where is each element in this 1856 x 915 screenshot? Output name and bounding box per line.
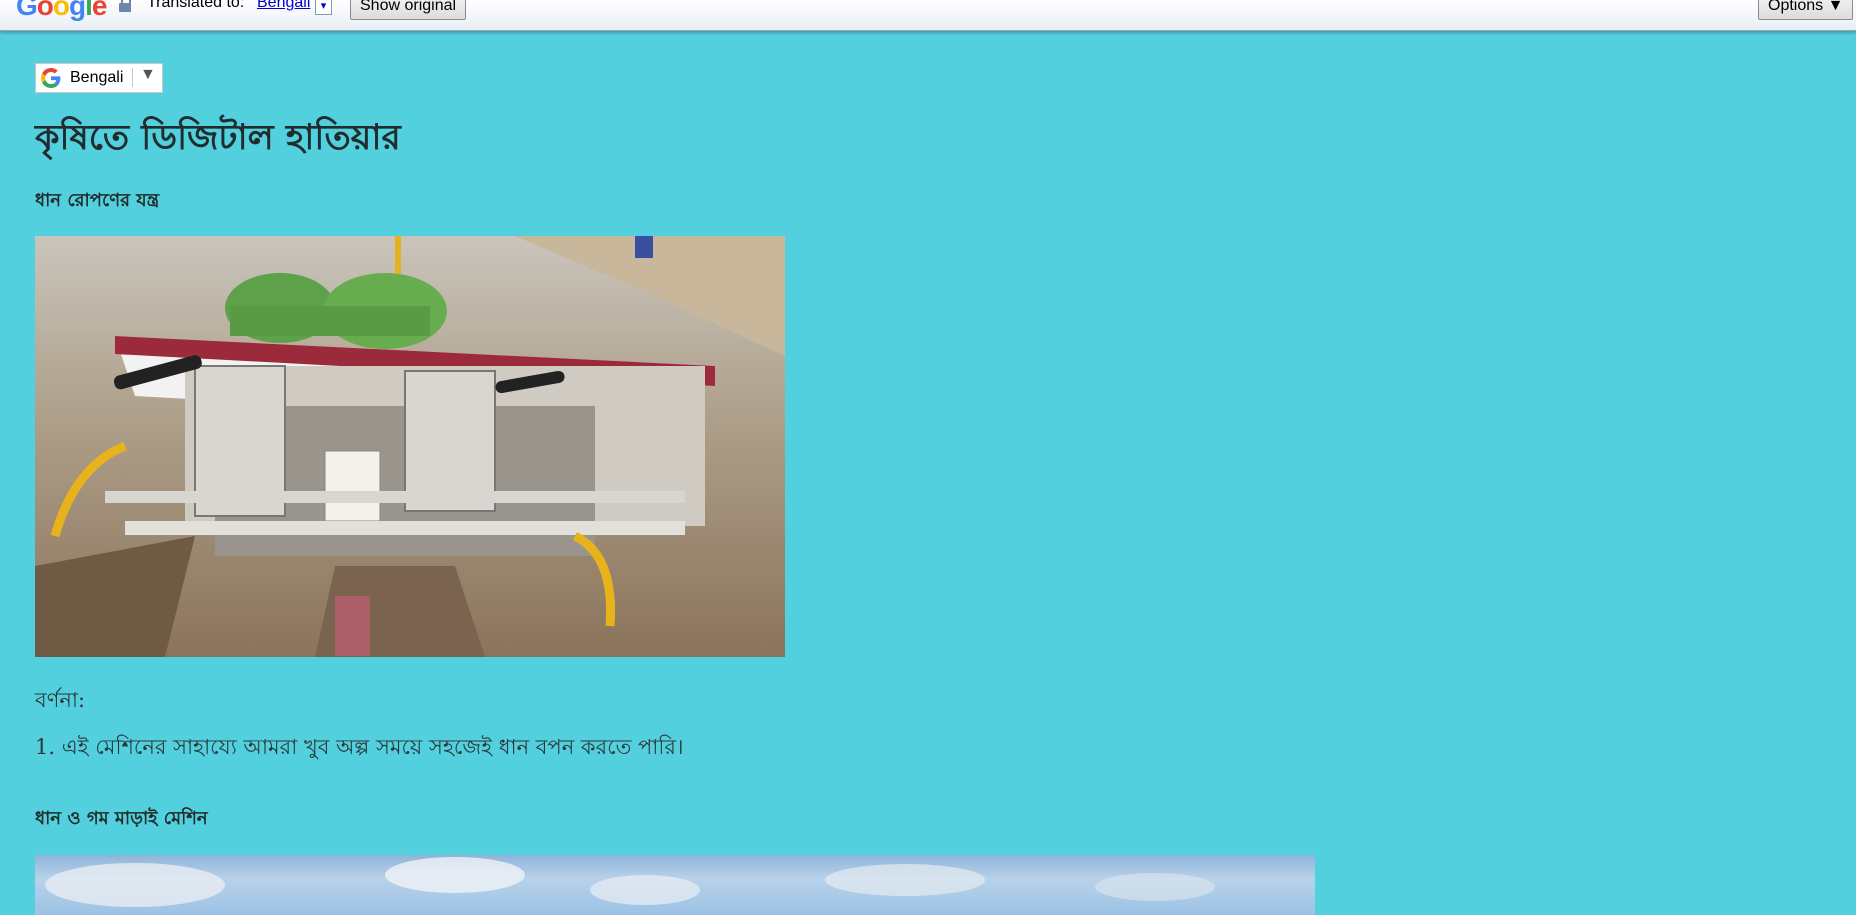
translated-to-label: Translated to: [147,0,245,11]
rice-transplanter-illustration [35,236,785,657]
divider [132,68,133,87]
google-g-icon [41,68,61,88]
selected-language: Bengali [70,69,124,86]
translate-bar: Google Translated to: Bengali ▾ Show ori… [0,0,1856,31]
section-heading-rice-planter: ধান রোপণের যন্ত্র [35,190,160,211]
rice-transplanter-image [35,236,785,657]
description-item: 1. এই মেশিনের সাহায্যে আমরা খুব অল্প সময… [35,735,684,759]
options-button[interactable]: Options ▼ [1758,0,1854,20]
target-language-link[interactable]: Bengali [257,0,310,12]
lock-icon [118,0,131,12]
section-heading-thresher: ধান ও গম মাড়াই মেশিন [35,808,208,829]
google-logo[interactable]: Google [16,0,107,22]
language-dropdown-icon[interactable]: ▾ [315,0,332,15]
page-title: কৃষিতে ডিজিটাল হাতিয়ার [35,118,401,158]
sky-clouds-illustration [45,857,1215,907]
chevron-down-icon[interactable]: ▼ [140,66,156,84]
thresher-image [35,855,1315,915]
language-selector[interactable]: Bengali ▼ [35,63,163,93]
description-label: বর্ণনা: [35,688,86,712]
show-original-button[interactable]: Show original [350,0,467,20]
